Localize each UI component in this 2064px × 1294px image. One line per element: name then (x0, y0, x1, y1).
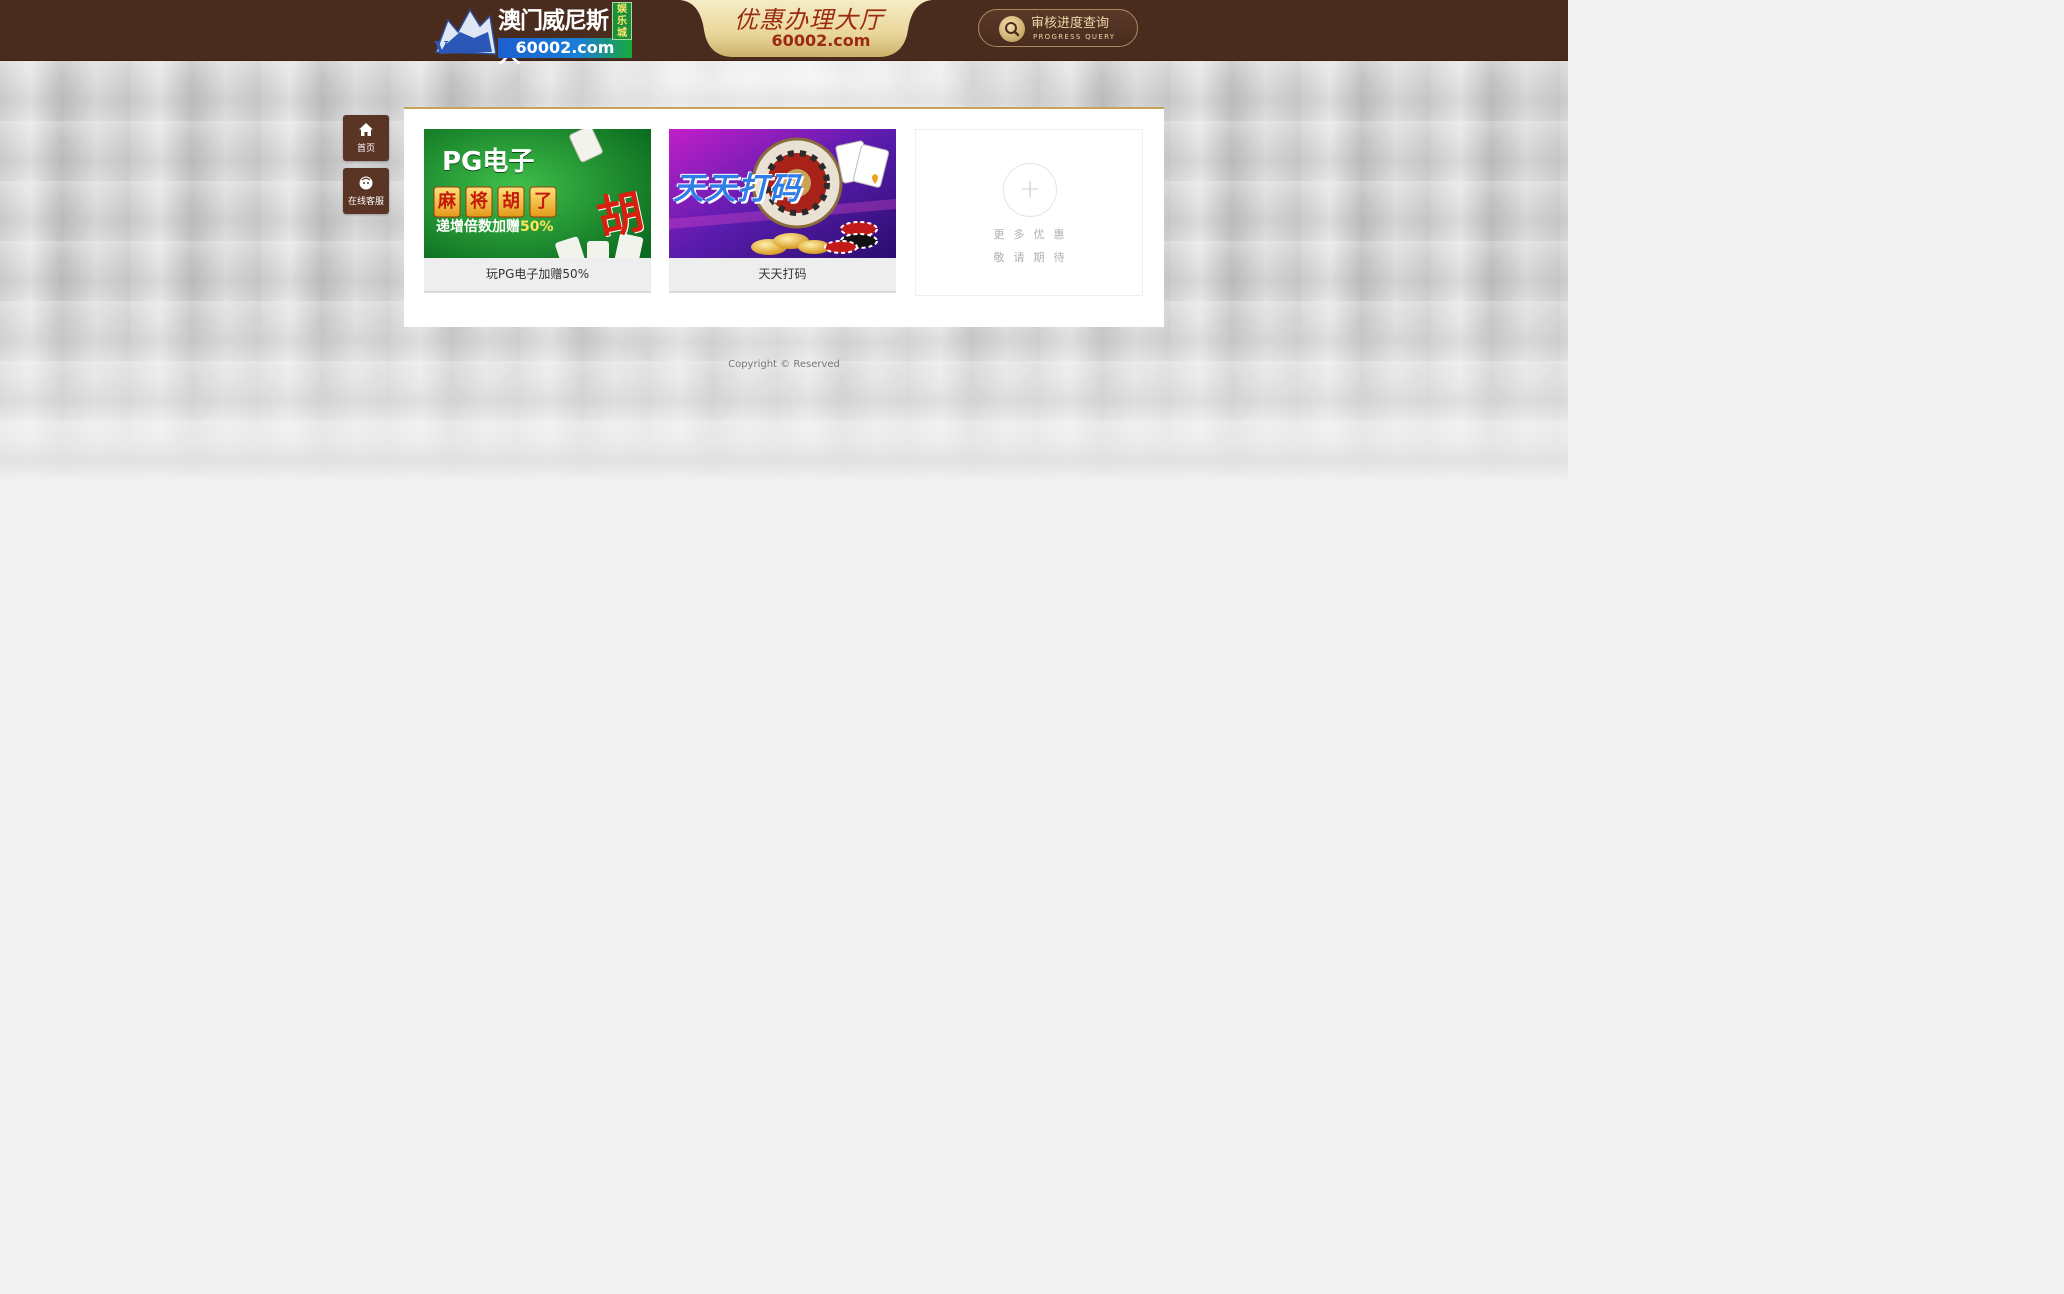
footer-copyright: Copyright © Reserved (728, 359, 840, 370)
logo-badge: 娱乐城 (612, 2, 632, 40)
customer-service-icon (359, 176, 373, 190)
home-icon (359, 123, 373, 136)
more-promos-placeholder: + 更多优惠 敬请期待 (915, 129, 1143, 296)
side-nav-customer-service-label: 在线客服 (347, 197, 384, 207)
logo-url: 60002.com (498, 38, 632, 58)
promo-card-pg[interactable]: PG电子 麻 将 胡 了 递增倍数加赠50% 胡 玩PG电子加赠50% (424, 129, 651, 293)
progress-query-button[interactable]: 审核进度查询 PROGRESS QUERY (978, 9, 1138, 47)
pg-banner-tile-4: 了 (534, 191, 552, 212)
pg-banner-line1: PG电子 (442, 147, 535, 177)
brand-logo[interactable]: V 澳门威尼斯人 60002.com 娱乐城 (430, 2, 634, 68)
pg-banner-tile-1: 麻 (438, 191, 456, 212)
pg-banner-tile-2: 将 (470, 191, 488, 212)
pg-banner-line3-prefix: 递增倍数加赠 (436, 219, 520, 235)
daily-banner-headline: 天天打码 (673, 171, 801, 207)
promo-panel: PG电子 麻 将 胡 了 递增倍数加赠50% 胡 玩PG电子加赠50% 天天打码… (404, 107, 1164, 327)
side-nav-home-label: 首页 (356, 144, 375, 154)
side-nav-customer-service[interactable]: 在线客服 (343, 168, 389, 214)
promo-caption-daily: 天天打码 (758, 267, 807, 281)
promo-hall-url: 60002.com (771, 31, 871, 50)
more-promos-line1: 更多优惠 (993, 228, 1074, 241)
promo-card-daily[interactable]: 天天打码 天天打码 (669, 129, 896, 293)
pg-banner-line3-value: 50% (520, 219, 554, 235)
plus-icon: + (1003, 163, 1057, 217)
logo-title: 澳门威尼斯人 (498, 8, 609, 68)
promo-banner-daily: 天天打码 (669, 129, 896, 258)
pg-banner-line3: 递增倍数加赠50% (436, 217, 586, 237)
promo-banner-pg: PG电子 麻 将 胡 了 递增倍数加赠50% 胡 (424, 129, 651, 258)
winged-lion-icon: V (433, 8, 497, 58)
promo-caption-pg: 玩PG电子加赠50% (485, 267, 590, 281)
side-nav-home[interactable]: 首页 (343, 115, 389, 161)
progress-query-sublabel: PROGRESS QUERY (1033, 33, 1116, 41)
pg-banner-corner: 胡 (591, 183, 649, 247)
top-header: V 澳门威尼斯人 60002.com 娱乐城 优惠办理大厅 60002.com (0, 0, 1568, 68)
more-promos-line2: 敬请期待 (993, 251, 1074, 264)
search-icon (999, 16, 1025, 42)
progress-query-label: 审核进度查询 (1031, 16, 1110, 31)
svg-text:V: V (433, 38, 449, 58)
promo-hall-tab[interactable]: 优惠办理大厅 60002.com (680, 0, 932, 58)
pg-banner-tile-3: 胡 (502, 191, 520, 212)
